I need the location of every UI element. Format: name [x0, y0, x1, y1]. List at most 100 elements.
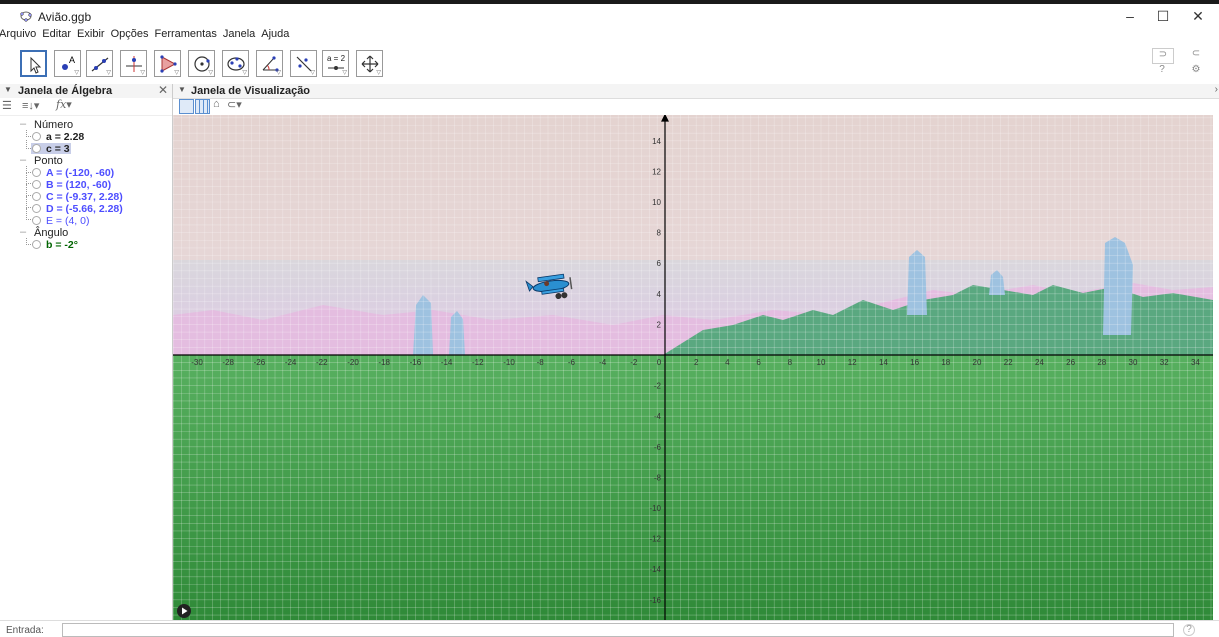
dropdown-triangle-icon: ▽ — [310, 70, 315, 76]
x-tick-label: -26 — [254, 358, 266, 367]
point-tool-button[interactable]: A ▽ — [54, 50, 81, 77]
home-icon[interactable]: ⌂ — [213, 98, 220, 110]
algebra-item-a[interactable]: a = 2.28 — [46, 131, 84, 143]
y-tick-label: -14 — [649, 565, 661, 574]
visibility-toggle[interactable] — [32, 144, 41, 153]
algebra-item-E[interactable]: E = (4, 0) — [46, 215, 89, 227]
axes-toggle-icon[interactable] — [179, 99, 194, 114]
algebra-view-title: Janela de Álgebra — [18, 85, 113, 97]
x-tick-label: 4 — [725, 358, 730, 367]
algebra-view-header: ▼ Janela de Álgebra ✕ — [0, 83, 172, 99]
graphics-view[interactable]: -30 -28 -26 -24 -22 -20 -18 -16 -14 -12 -10 -8 -6 -4-… — [172, 115, 1213, 620]
line-tool-button[interactable]: ▽ — [86, 50, 113, 77]
menu-lines-icon[interactable]: ☰ — [2, 99, 12, 112]
graphics-canvas[interactable]: -30 -28 -26 -24 -22 -20 -18 -16 -14 -12 -10 -8 -6 -4-… — [173, 115, 1213, 620]
algebra-item-B[interactable]: B = (120, -60) — [46, 179, 111, 191]
title-bar: Avião.ggb – ☐ ✕ — [0, 4, 1219, 28]
visibility-toggle[interactable] — [32, 204, 41, 213]
algebra-item-c[interactable]: c = 3 — [46, 143, 70, 155]
visibility-toggle[interactable] — [32, 216, 41, 225]
x-tick-label: 26 — [1066, 358, 1075, 367]
settings-button[interactable]: ⚙ — [1186, 64, 1206, 78]
menu-ajuda[interactable]: Ajuda — [261, 28, 289, 40]
play-animation-button[interactable] — [177, 604, 191, 618]
grid-toggle-icon[interactable] — [195, 99, 210, 114]
x-tick-label: 8 — [788, 358, 793, 367]
menu-editar[interactable]: Editar — [42, 28, 71, 40]
dropdown-triangle-icon: ▽ — [242, 70, 247, 76]
x-tick-label: 10 — [817, 358, 826, 367]
x-tick-label: -22 — [316, 358, 328, 367]
x-tick-label: -14 — [441, 358, 453, 367]
y-tick-label: -16 — [649, 596, 661, 605]
sort-icon[interactable]: ≡↓▾ — [22, 99, 39, 112]
x-tick-label: -2 — [630, 358, 638, 367]
y-tick-label: 4 — [657, 290, 662, 299]
geogebra-app-icon — [20, 11, 32, 22]
dropdown-triangle-icon: ▽ — [376, 70, 381, 76]
visibility-toggle[interactable] — [32, 192, 41, 201]
x-tick-label: -4 — [599, 358, 607, 367]
polygon-tool-button[interactable]: ▽ — [154, 50, 181, 77]
minimize-button[interactable]: – — [1115, 8, 1145, 26]
close-button[interactable]: ✕ — [1183, 8, 1213, 26]
collapse-triangle-icon[interactable]: ▼ — [178, 85, 186, 94]
x-tick-label: 32 — [1160, 358, 1169, 367]
collapse-minus-icon[interactable]: – — [20, 154, 26, 166]
algebra-toolbar: ☰ ≡↓▾ fx▾ — [0, 98, 172, 116]
y-tick-label: 10 — [652, 198, 661, 207]
menu-arquivo[interactable]: Arquivo — [0, 28, 36, 40]
maximize-button[interactable]: ☐ — [1148, 8, 1178, 26]
x-tick-label: -8 — [537, 358, 545, 367]
collapse-minus-icon[interactable]: – — [20, 118, 26, 130]
group-label-angulo: Ângulo — [34, 227, 69, 239]
algebra-item-b[interactable]: b = -2° — [46, 239, 78, 251]
perpendicular-tool-button[interactable]: ▽ — [120, 50, 147, 77]
collapse-minus-icon[interactable]: – — [20, 226, 26, 238]
group-label-ponto: Ponto — [34, 155, 63, 167]
y-tick-label: 6 — [657, 259, 662, 268]
group-label-numero: Número — [34, 119, 74, 131]
reflect-tool-button[interactable]: ▽ — [290, 50, 317, 77]
input-label: Entrada: — [6, 625, 44, 636]
slider-tool-label: a = 2 — [327, 54, 346, 63]
cursor-arrow-icon — [30, 56, 42, 74]
menu-exibir[interactable]: Exibir — [77, 28, 105, 40]
collapse-triangle-icon[interactable]: ▼ — [4, 85, 12, 94]
algebra-item-C[interactable]: C = (-9.37, 2.28) — [46, 191, 123, 203]
move-view-tool-button[interactable]: ▽ — [356, 50, 383, 77]
input-help-button[interactable]: ? — [1183, 624, 1195, 636]
algebra-list: – Número a = 2.28 c = 3 – Ponto A = (-12… — [0, 116, 172, 620]
graphics-style-bar: ⌂ ⊂▾ — [172, 98, 1219, 115]
visibility-toggle[interactable] — [32, 132, 41, 141]
formula-icon[interactable]: fx▾ — [56, 98, 72, 111]
x-tick-label: 28 — [1097, 358, 1106, 367]
y-tick-label: -4 — [654, 412, 662, 421]
undo-button[interactable]: ⊃ — [1152, 48, 1174, 64]
visibility-toggle[interactable] — [32, 240, 41, 249]
x-tick-label: -28 — [222, 358, 234, 367]
expand-chevron-icon[interactable]: › — [1215, 84, 1218, 95]
menu-janela[interactable]: Janela — [223, 28, 255, 40]
algebra-item-A[interactable]: A = (-120, -60) — [46, 167, 114, 179]
slider-tool-button[interactable]: a = 2 ▽ — [322, 50, 349, 77]
algebra-close-button[interactable]: ✕ — [158, 83, 168, 97]
algebra-item-D[interactable]: D = (-5.66, 2.28) — [46, 203, 123, 215]
menu-opcoes[interactable]: Opções — [111, 28, 149, 40]
circle-tool-button[interactable]: ▽ — [188, 50, 215, 77]
visibility-toggle[interactable] — [32, 168, 41, 177]
help-button[interactable]: ? — [1152, 64, 1172, 78]
point-capture-icon[interactable]: ⊂▾ — [227, 98, 242, 111]
menu-ferramentas[interactable]: Ferramentas — [154, 28, 216, 40]
x-tick-label: 6 — [756, 358, 761, 367]
redo-button[interactable]: ⊂ — [1186, 48, 1206, 62]
conic-tool-button[interactable]: ▽ — [222, 50, 249, 77]
x-tick-label: 14 — [879, 358, 888, 367]
visibility-toggle[interactable] — [32, 180, 41, 189]
input-field[interactable] — [62, 623, 1174, 637]
play-icon — [182, 607, 188, 615]
dropdown-triangle-icon: ▽ — [106, 70, 111, 76]
input-bar: Entrada: ? — [0, 620, 1219, 637]
move-tool-button[interactable] — [20, 50, 47, 77]
angle-tool-button[interactable]: ▽ — [256, 50, 283, 77]
